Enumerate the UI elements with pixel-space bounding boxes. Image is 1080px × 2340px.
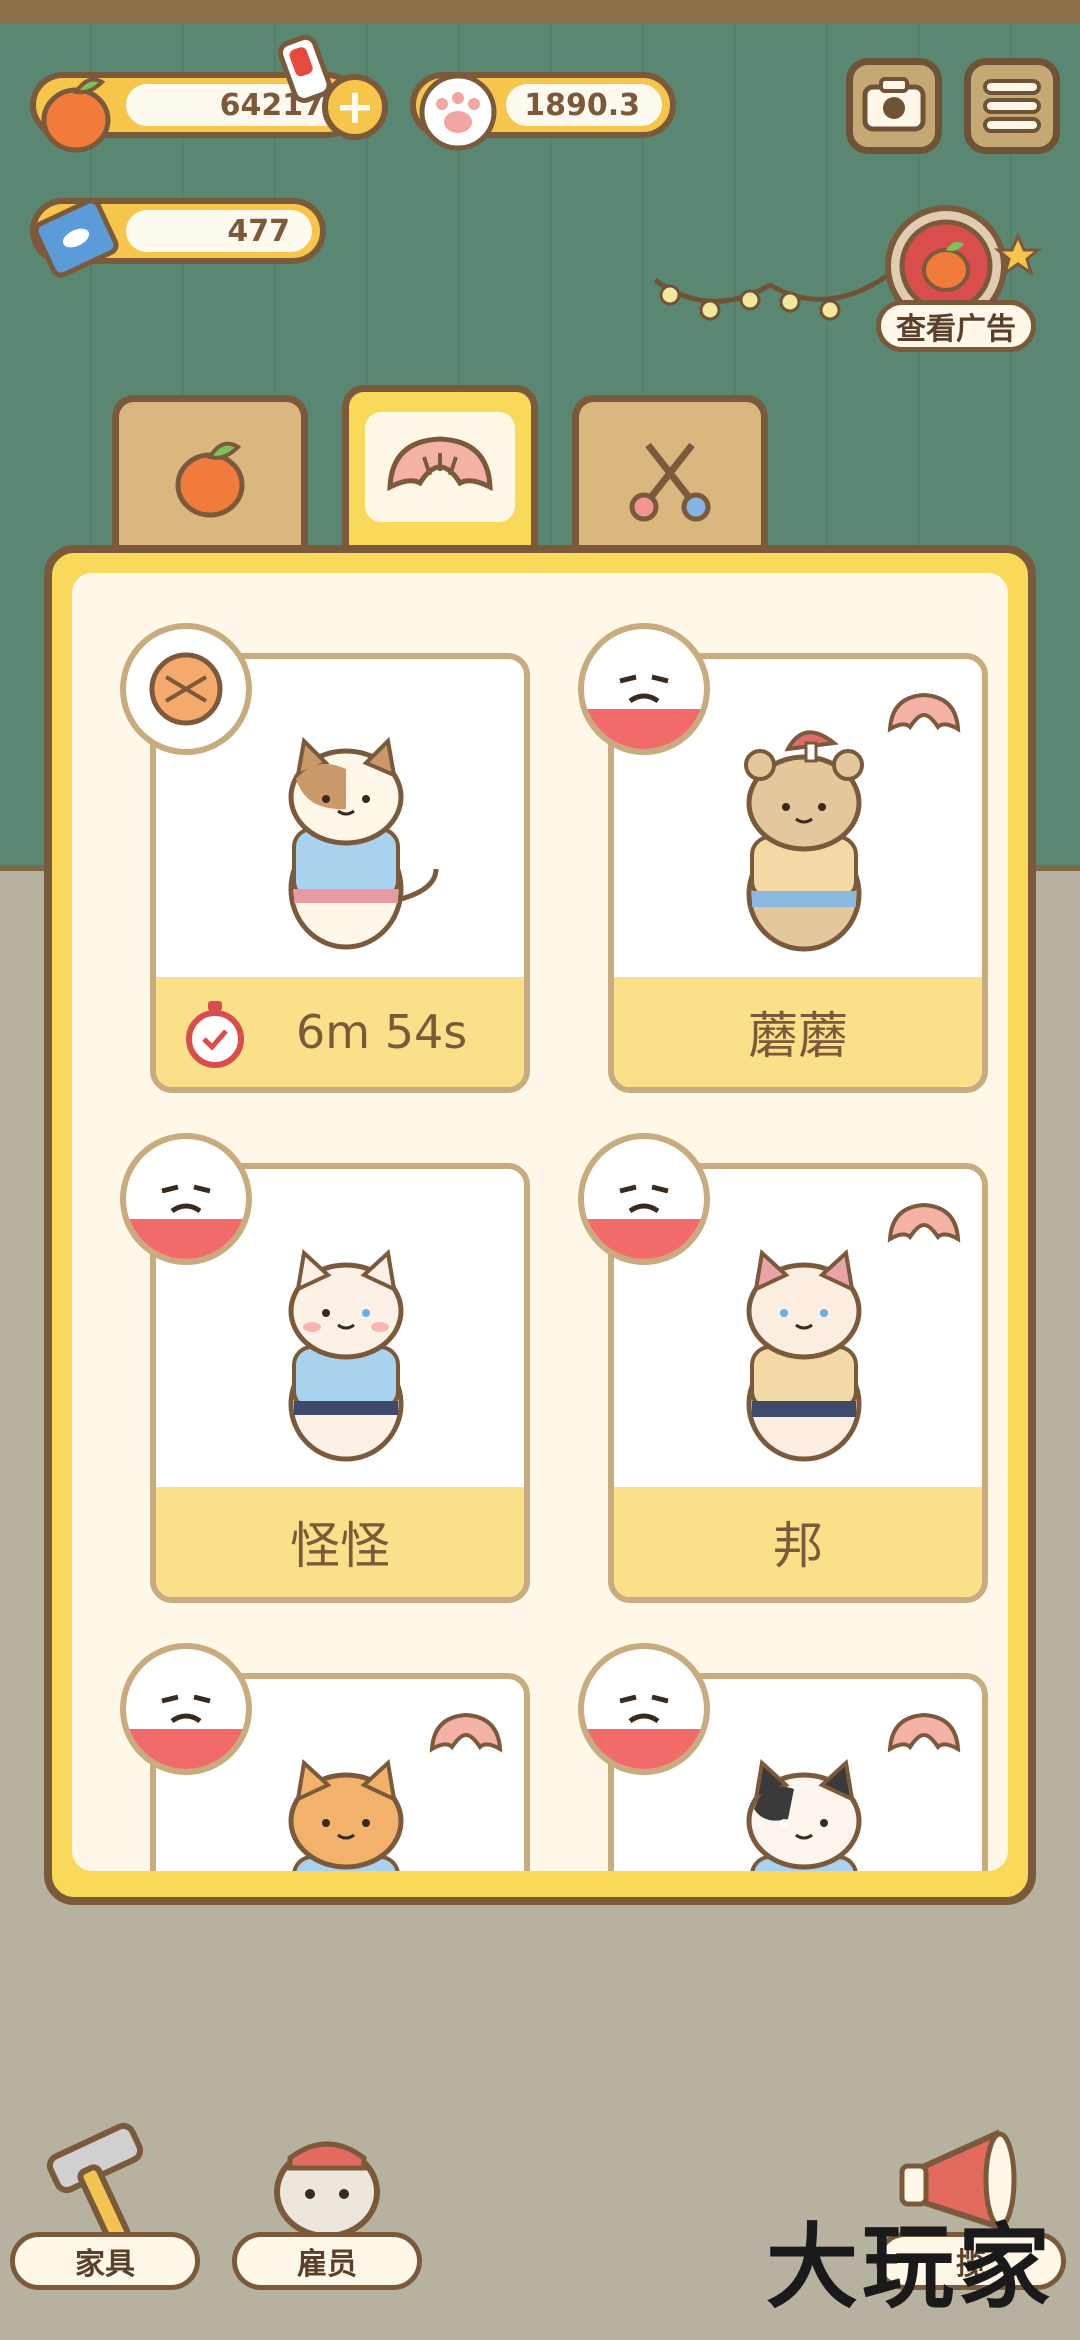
mood-meter	[578, 1133, 710, 1265]
cat-card[interactable]: 邦	[578, 1133, 988, 1603]
mood-meter	[120, 1643, 252, 1775]
sad-face-icon	[126, 1694, 246, 1769]
top-beam	[0, 0, 1080, 24]
alert-icon	[278, 34, 332, 103]
bread-status-badge	[120, 623, 252, 755]
sad-face-icon	[126, 1184, 246, 1259]
furniture-label: 家具	[10, 2232, 200, 2290]
tab-scissors[interactable]	[572, 395, 768, 555]
bread-icon	[387, 436, 493, 492]
sad-face-icon	[584, 1184, 704, 1259]
cat-mushroom-bear-icon	[744, 730, 864, 952]
paw-count: 1890.3	[524, 87, 640, 123]
tab-apple[interactable]	[112, 395, 308, 555]
paw-icon	[419, 73, 497, 151]
cat-timer: 6m 54s	[156, 977, 524, 1087]
watch-ad-label[interactable]: 查看广告	[876, 300, 1036, 352]
cat-black-white-icon	[746, 1759, 862, 1871]
cat-card[interactable]	[578, 1643, 988, 1871]
mood-meter	[578, 1643, 710, 1775]
fish-ticket-icon	[33, 198, 119, 278]
ticket-count: 477	[227, 213, 290, 249]
cat-card[interactable]: 6m 54s	[120, 623, 530, 1093]
ticket-currency: 477	[30, 198, 326, 278]
scissors-icon	[629, 442, 711, 522]
cat-list-panel: 6m 54s 蘑蘑 怪怪 邦	[44, 545, 1036, 1905]
stopwatch-icon	[186, 1001, 244, 1068]
cat-name: 邦	[614, 1487, 982, 1597]
apple-icon	[41, 77, 111, 153]
mood-meter	[578, 623, 710, 755]
cat-card[interactable]: 蘑蘑	[578, 623, 988, 1093]
camera-icon	[862, 77, 926, 132]
cat-name: 蘑蘑	[614, 977, 982, 1087]
apple-icon	[175, 441, 245, 518]
mood-meter	[120, 1133, 252, 1265]
cat-orange-tabby-icon	[288, 1759, 404, 1871]
cat-calico-icon	[288, 736, 439, 950]
sad-face-icon	[584, 1694, 704, 1769]
cat-grid[interactable]: 6m 54s 蘑蘑 怪怪 邦	[72, 573, 1008, 1871]
cat-name: 怪怪	[156, 1487, 524, 1597]
cat-card[interactable]: 怪怪	[120, 1133, 530, 1603]
menu-button[interactable]	[964, 58, 1060, 154]
staff-button[interactable]: 雇员	[232, 2120, 422, 2290]
staff-cat-icon	[274, 2141, 380, 2239]
sad-face-icon	[584, 674, 704, 749]
hammer-icon	[46, 2122, 144, 2246]
menu-icon	[983, 79, 1041, 133]
cat-card[interactable]	[120, 1643, 530, 1871]
watermark-logo: 大玩家	[765, 2213, 1054, 2321]
camera-button[interactable]	[846, 58, 942, 154]
cat-white-icon	[288, 1249, 404, 1462]
cat-timer-text: 6m 54s	[296, 1005, 468, 1059]
staff-label: 雇员	[232, 2232, 422, 2290]
furniture-button[interactable]: 家具	[10, 2120, 200, 2290]
string-lights-decoration	[653, 268, 897, 321]
bread-bun-icon	[149, 652, 223, 726]
paw-currency: 1890.3	[410, 72, 676, 151]
cat-siamese-icon	[746, 1249, 862, 1462]
